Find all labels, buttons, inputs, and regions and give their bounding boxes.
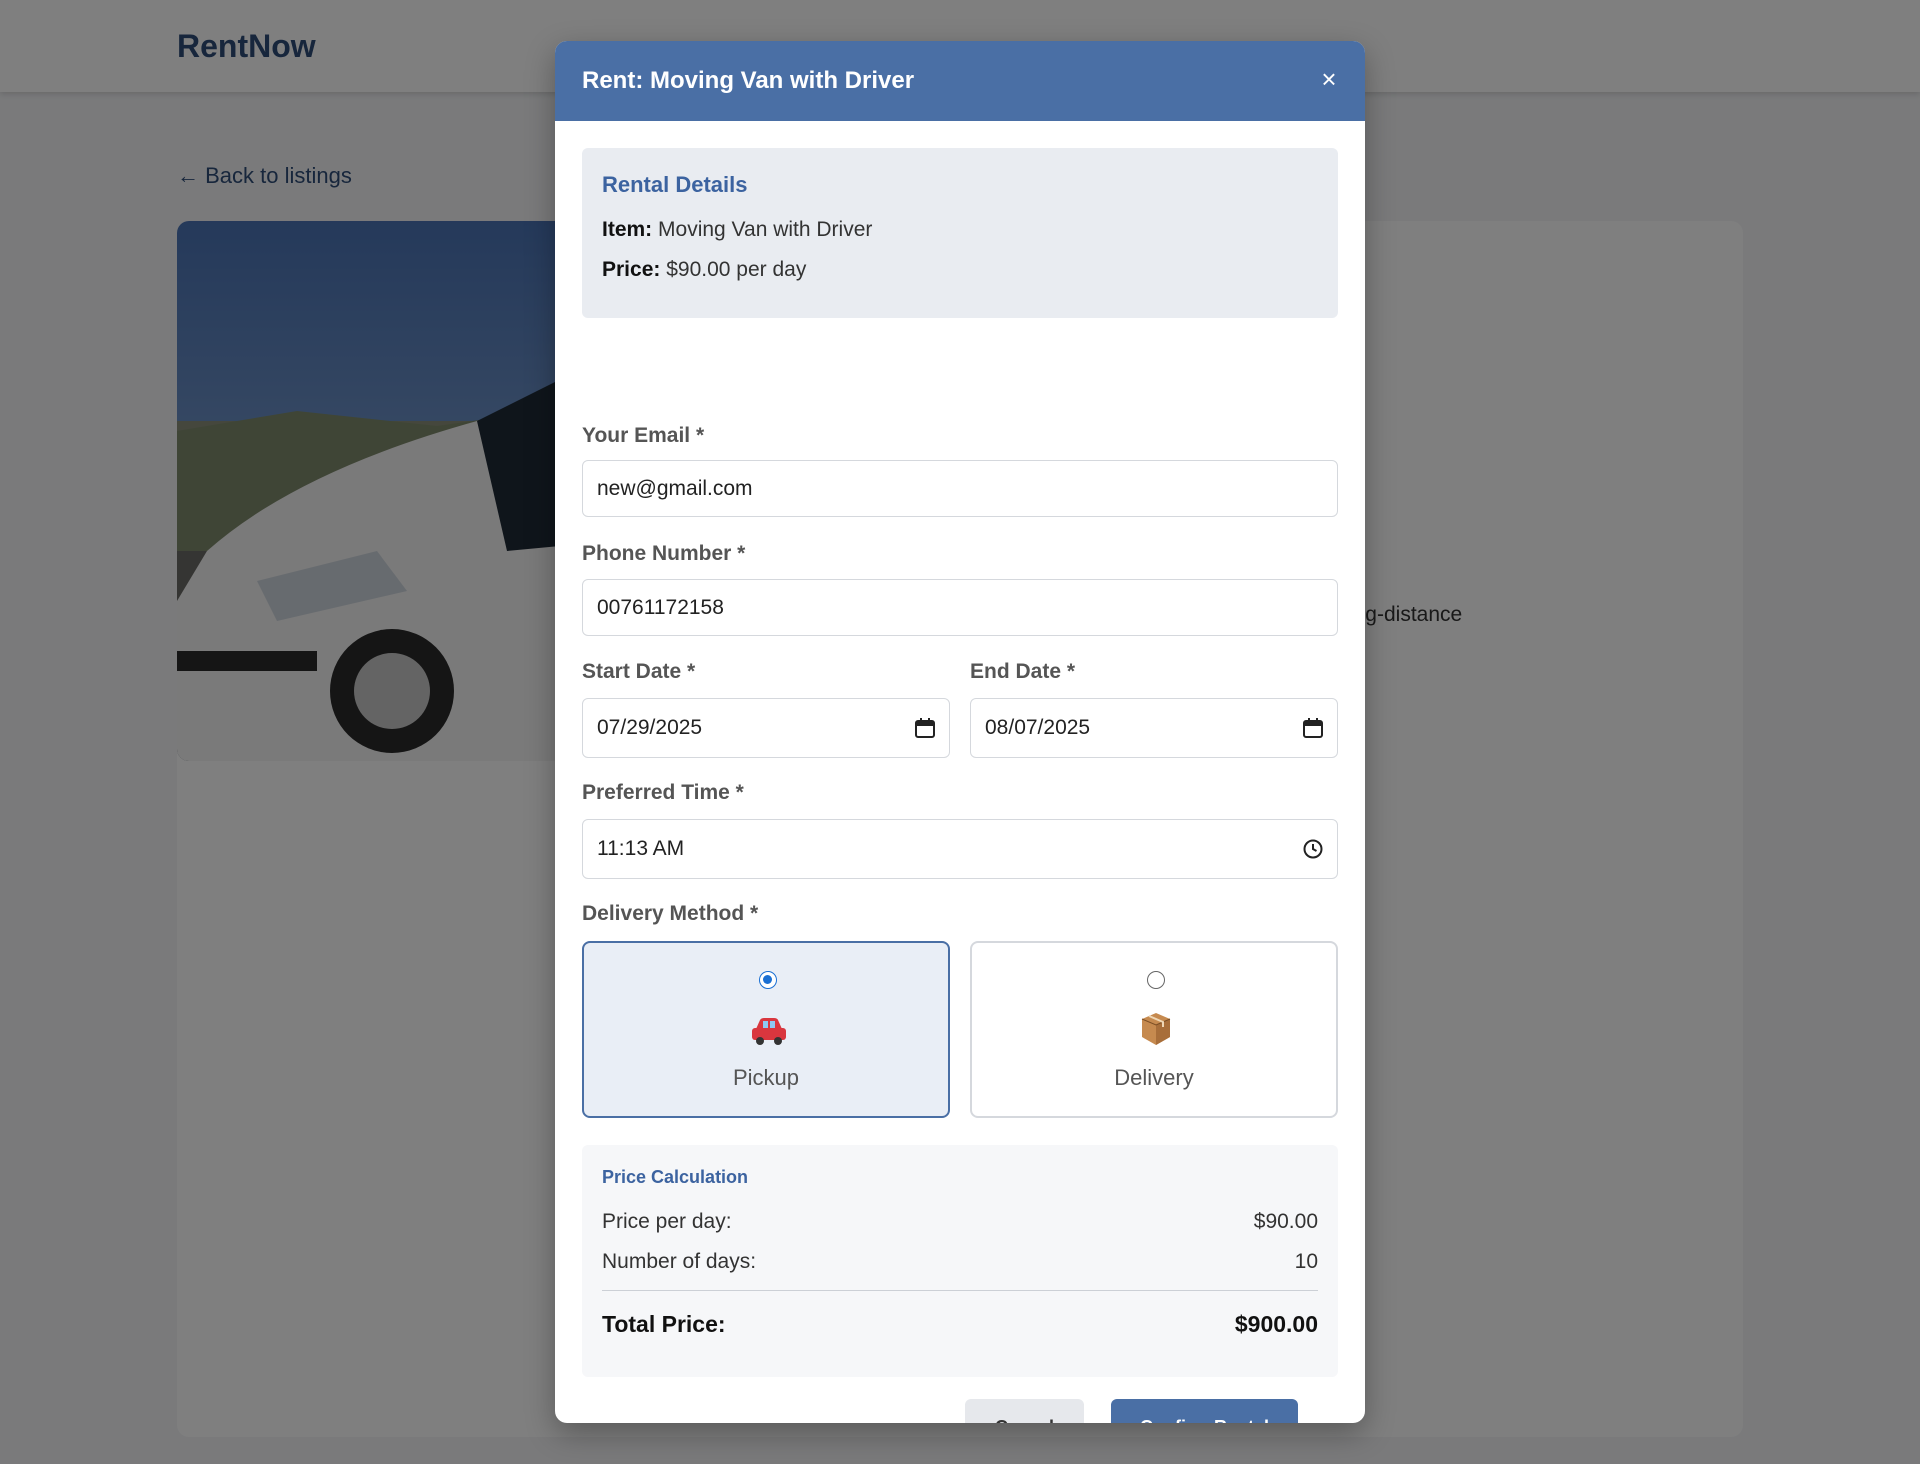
email-label: Your Email * <box>582 424 705 447</box>
delivery-option-pickup[interactable]: Pickup <box>582 941 950 1118</box>
item-label: Item: <box>602 218 653 241</box>
item-value: Moving Van with Driver <box>658 218 873 241</box>
total-price-row: Total Price: $900.00 <box>602 1311 1318 1338</box>
end-date-label: End Date * <box>970 660 1076 683</box>
total-price-value: $900.00 <box>1234 1311 1318 1337</box>
close-icon[interactable]: × <box>1315 65 1343 93</box>
delivery-option-delivery[interactable]: Delivery <box>970 941 1338 1118</box>
price-divider <box>602 1290 1318 1291</box>
rent-modal: Rent: Moving Van with Driver × Rental De… <box>555 41 1365 1423</box>
start-date-label: Start Date * <box>582 660 696 683</box>
clock-icon[interactable] <box>1302 838 1324 860</box>
rental-item-line: Item: Moving Van with Driver <box>602 218 1318 242</box>
price-per-day-value: $90.00 <box>1253 1210 1318 1233</box>
delivery-label: Delivery <box>1114 1065 1194 1090</box>
modal-header: Rent: Moving Van with Driver × <box>555 41 1365 121</box>
start-date-value: 07/29/2025 <box>582 698 950 758</box>
delivery-method-label: Delivery Method * <box>582 902 759 925</box>
cancel-button[interactable]: Cancel <box>965 1399 1084 1423</box>
phone-label: Phone Number * <box>582 542 746 565</box>
package-icon <box>1141 1013 1171 1045</box>
email-field[interactable]: new@gmail.com <box>582 460 1338 517</box>
number-of-days-row: Number of days: 10 <box>602 1250 1318 1274</box>
pickup-label: Pickup <box>732 1065 800 1090</box>
rental-price-line: Price: $90.00 per day <box>602 258 1318 282</box>
pickup-radio[interactable] <box>759 971 777 989</box>
price-calculation-heading: Price Calculation <box>602 1167 749 1187</box>
rental-details-heading: Rental Details <box>602 172 748 197</box>
price-label: Price: <box>602 258 661 281</box>
calendar-icon[interactable] <box>1302 717 1324 739</box>
end-date-value: 08/07/2025 <box>970 698 1338 758</box>
start-date-input[interactable]: 07/29/2025 <box>582 698 950 758</box>
phone-field[interactable]: 00761172158 <box>582 579 1338 636</box>
total-price-label: Total Price: <box>602 1311 726 1337</box>
calendar-icon[interactable] <box>914 717 936 739</box>
number-of-days-value: 10 <box>1294 1250 1318 1273</box>
end-date-input[interactable]: 08/07/2025 <box>970 698 1338 758</box>
time-label: Preferred Time * <box>582 781 744 804</box>
price-per-day-row: Price per day: $90.00 <box>602 1210 1318 1234</box>
modal-title: Rent: Moving Van with Driver <box>582 67 915 94</box>
rental-details-box: Rental Details Item: Moving Van with Dri… <box>582 148 1338 318</box>
car-icon <box>752 1018 786 1045</box>
price-value: $90.00 per day <box>666 258 807 281</box>
price-calculation-box: Price Calculation Price per day: $90.00 … <box>582 1145 1338 1377</box>
delivery-radio[interactable] <box>1147 971 1165 989</box>
number-of-days-label: Number of days: <box>602 1250 757 1273</box>
price-per-day-label: Price per day: <box>602 1210 732 1233</box>
time-input[interactable]: 11:13 AM <box>582 819 1338 879</box>
time-value: 11:13 AM <box>582 819 1338 879</box>
confirm-rental-button[interactable]: Confirm Rental <box>1111 1399 1298 1423</box>
